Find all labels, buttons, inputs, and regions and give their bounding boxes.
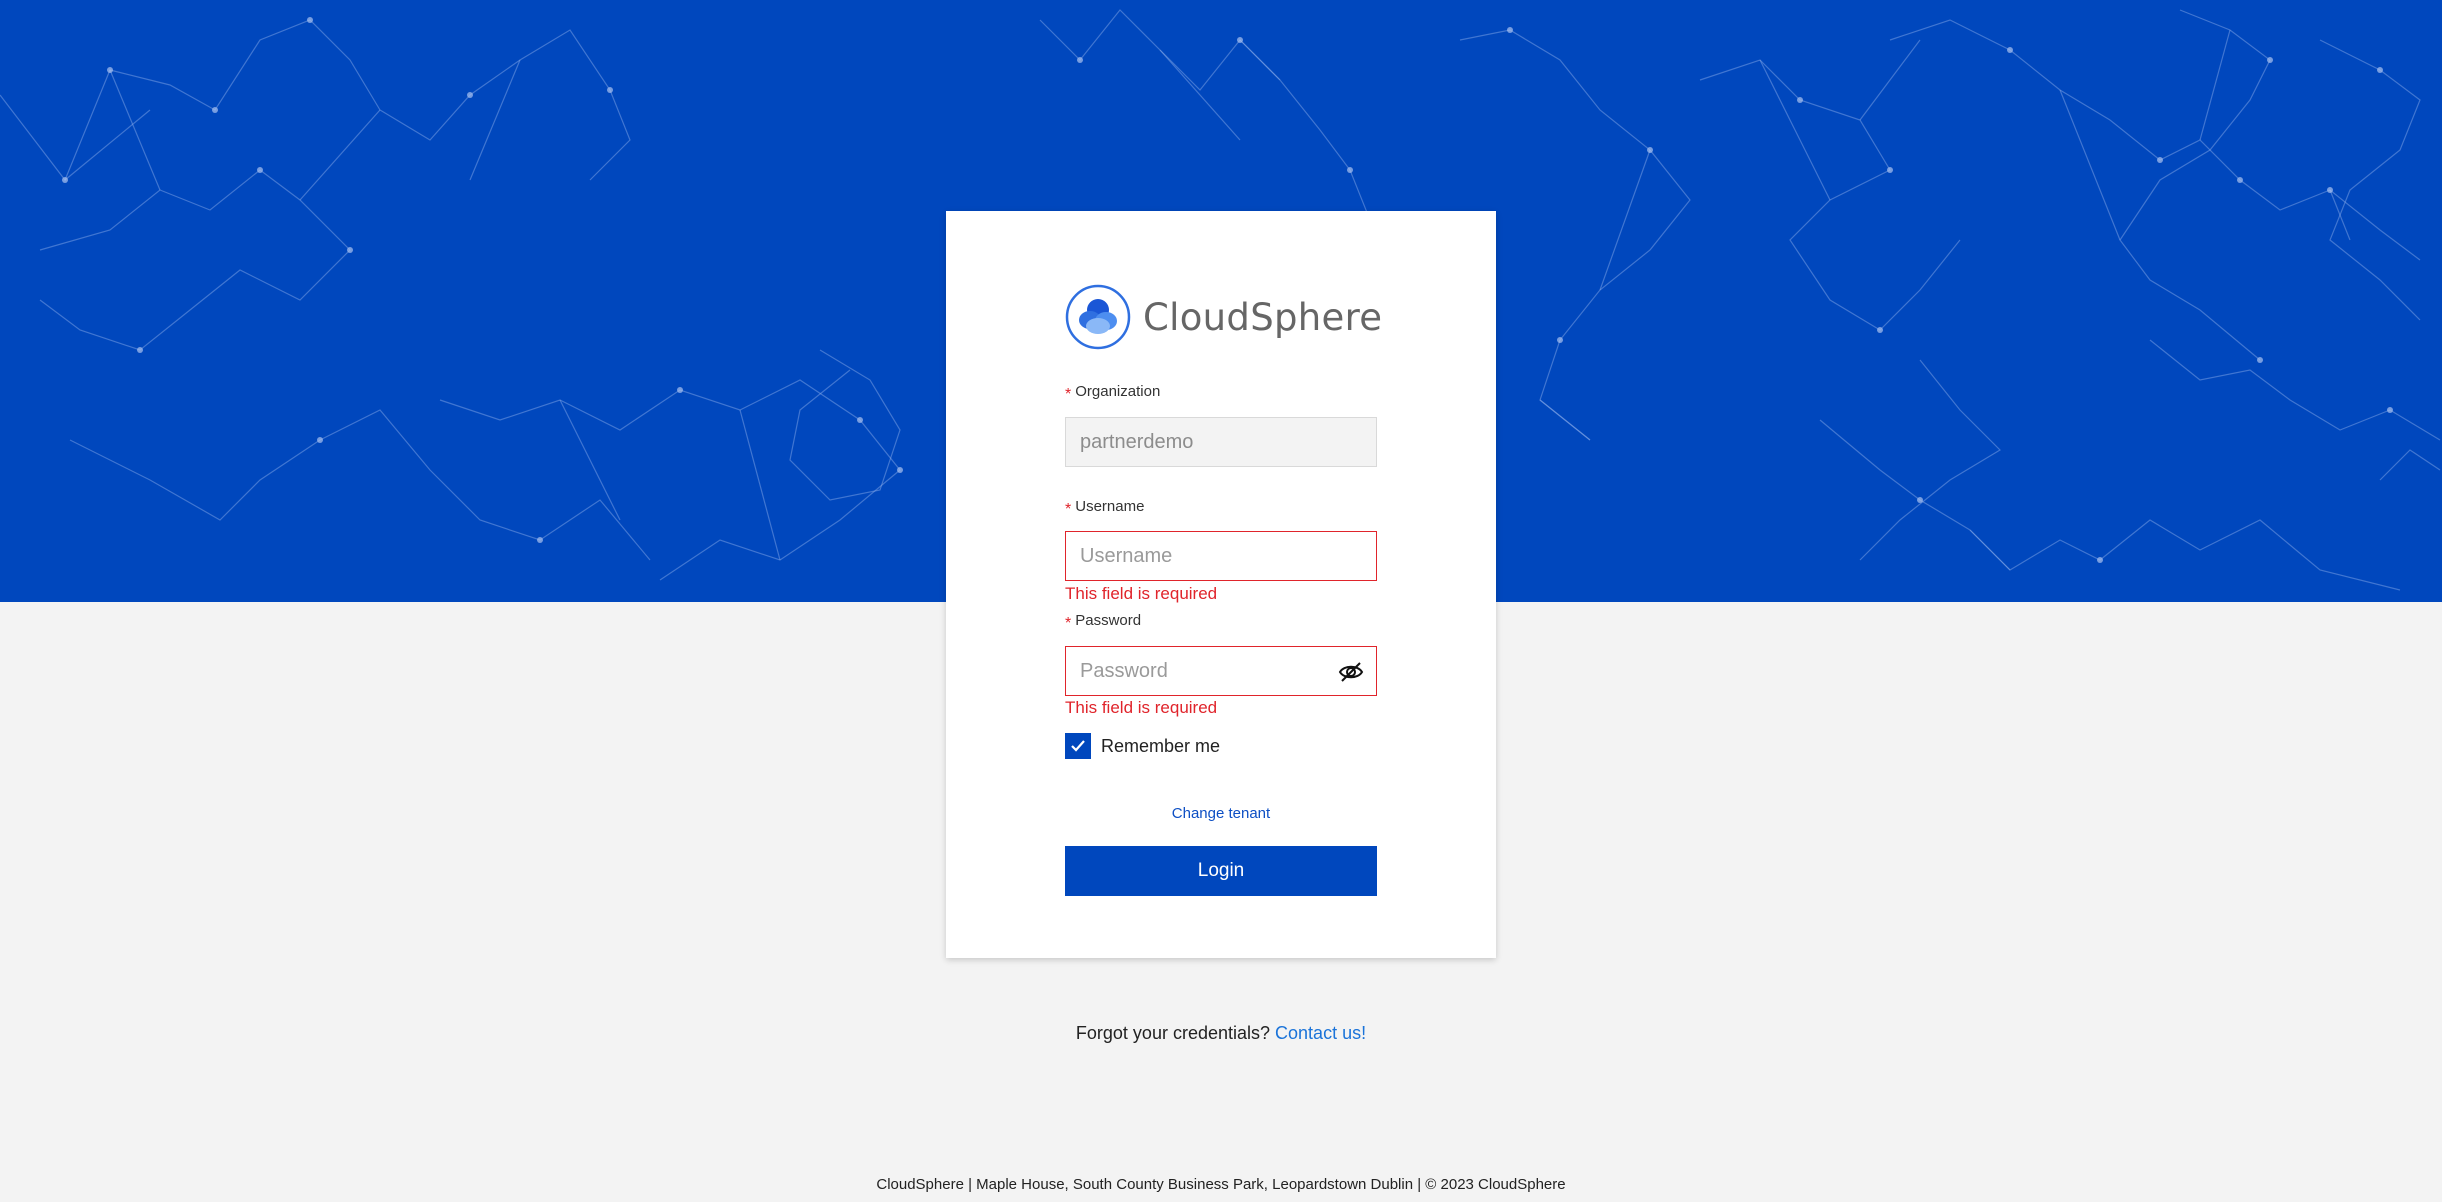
forgot-credentials: Forgot your credentials? Contact us! [0,1023,2442,1044]
brand: CloudSphere [1065,283,1382,351]
remember-me[interactable]: Remember me [1065,733,1220,759]
contact-us-link[interactable]: Contact us! [1275,1023,1366,1043]
username-input[interactable] [1065,531,1377,581]
password-label-text: Password [1075,612,1142,629]
brand-name: CloudSphere [1143,295,1383,339]
remember-me-checkbox[interactable] [1065,733,1091,759]
password-error: This field is required [1065,698,1218,717]
login-button[interactable]: Login [1065,846,1377,896]
username-label-text: Username [1075,498,1145,515]
username-error: This field is required [1065,584,1218,603]
login-card: CloudSphere * Organization * Username Th… [946,211,1496,958]
eye-slash-icon[interactable] [1338,659,1364,685]
change-tenant-link[interactable]: Change tenant [946,805,1496,822]
organization-label-text: Organization [1075,383,1161,400]
remember-me-label: Remember me [1101,735,1221,756]
checkmark-icon [1071,740,1085,752]
cloud-sphere-logo-icon [1065,284,1131,350]
login-page: CloudSphere * Organization * Username Th… [0,0,2442,1202]
required-marker: * [1065,614,1072,632]
password-label: * Password [1065,612,1142,632]
footer: CloudSphere | Maple House, South County … [876,1176,1566,1193]
organization-input[interactable] [1065,417,1377,467]
organization-label: * Organization [1065,383,1161,403]
username-label: * Username [1065,498,1145,518]
required-marker: * [1065,385,1072,403]
forgot-credentials-text: Forgot your credentials? [1075,1023,1271,1043]
required-marker: * [1065,500,1072,518]
password-input[interactable] [1065,646,1377,696]
